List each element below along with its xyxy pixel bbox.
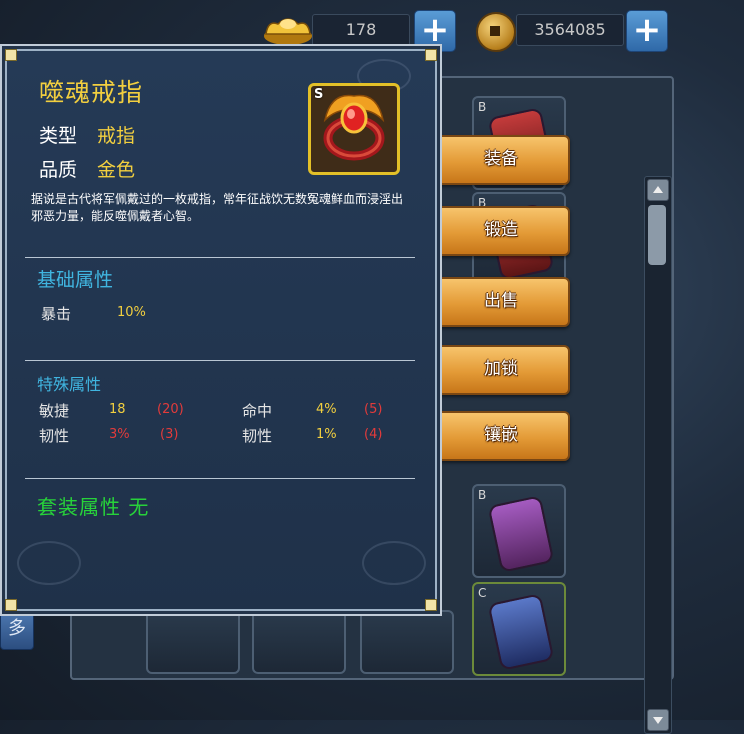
cloud-ornament	[362, 541, 426, 585]
stat-value: 1%	[316, 427, 337, 442]
stat-range: (3)	[160, 427, 179, 442]
inventory-slot[interactable]	[146, 610, 240, 674]
add-coin-button[interactable]: +	[626, 10, 668, 52]
stat-value: 10%	[117, 305, 146, 320]
inventory-slot[interactable]: C	[472, 582, 566, 676]
more-button[interactable]: 多	[0, 608, 34, 650]
copper-coin-icon	[476, 12, 516, 52]
stat-name: 韧性	[242, 427, 273, 445]
ring-icon	[323, 94, 385, 161]
currency-bar: 178 + 3564085 +	[0, 8, 744, 52]
inventory-slot[interactable]	[252, 610, 346, 674]
cloud-ornament	[17, 541, 81, 585]
type-value: 戒指	[97, 125, 136, 147]
equip-button[interactable]: 装备	[432, 135, 570, 185]
set-attributes: 套装属性 无	[37, 495, 150, 519]
stat-value: 18	[109, 402, 126, 417]
stat-name: 韧性	[39, 427, 70, 445]
divider	[25, 360, 415, 361]
stat-name: 暴击	[41, 305, 72, 323]
slot-grade: B	[478, 100, 487, 114]
stat-range: (20)	[157, 402, 184, 417]
scroll-thumb[interactable]	[648, 205, 666, 265]
forge-button[interactable]: 锻造	[432, 206, 570, 256]
bracer-item-icon	[487, 593, 555, 671]
quality-label: 品质	[39, 159, 78, 181]
stat-name: 命中	[242, 402, 273, 420]
special-attributes-title: 特殊属性	[37, 375, 102, 394]
coin-amount: 3564085	[516, 14, 624, 46]
basic-attributes-title: 基础属性	[37, 269, 114, 291]
divider	[25, 478, 415, 479]
inventory-slot[interactable]: B	[472, 484, 566, 578]
scroll-down-icon[interactable]	[647, 709, 669, 731]
slot-grade: B	[478, 488, 487, 502]
corner-ornament	[5, 49, 17, 61]
corner-ornament	[425, 599, 437, 611]
inlay-button[interactable]: 镶嵌	[432, 411, 570, 461]
stat-name: 敏捷	[39, 402, 70, 420]
corner-ornament	[425, 49, 437, 61]
stat-range: (4)	[364, 427, 383, 442]
divider	[25, 257, 415, 258]
corner-ornament	[5, 599, 17, 611]
sell-button[interactable]: 出售	[432, 277, 570, 327]
stat-value: 3%	[109, 427, 130, 442]
inventory-scrollbar[interactable]	[644, 176, 672, 734]
item-icon-frame: S	[308, 83, 400, 175]
slot-grade: C	[478, 586, 487, 600]
item-description: 据说是古代将军佩戴过的一枚戒指，常年征战饮无数冤魂鲜血而浸淫出邪恶力量，能反噬佩…	[31, 192, 404, 223]
scroll-up-icon[interactable]	[647, 179, 669, 201]
type-label: 类型	[39, 125, 78, 147]
lock-button[interactable]: 加锁	[432, 345, 570, 395]
inventory-slot[interactable]	[360, 610, 454, 674]
stat-range: (5)	[364, 402, 383, 417]
item-name: 噬魂戒指	[39, 78, 144, 107]
bracer-item-icon	[487, 495, 555, 573]
ingot-amount: 178	[312, 14, 410, 46]
stat-value: 4%	[316, 402, 337, 417]
quality-value: 金色	[97, 159, 136, 181]
gold-ingot-icon	[264, 18, 312, 45]
add-ingot-button[interactable]: +	[414, 10, 456, 52]
item-tooltip: 噬魂戒指 类型 戒指 品质 金色 S 据说是古代将军佩戴过的一枚戒指，常年征战饮…	[5, 49, 437, 611]
